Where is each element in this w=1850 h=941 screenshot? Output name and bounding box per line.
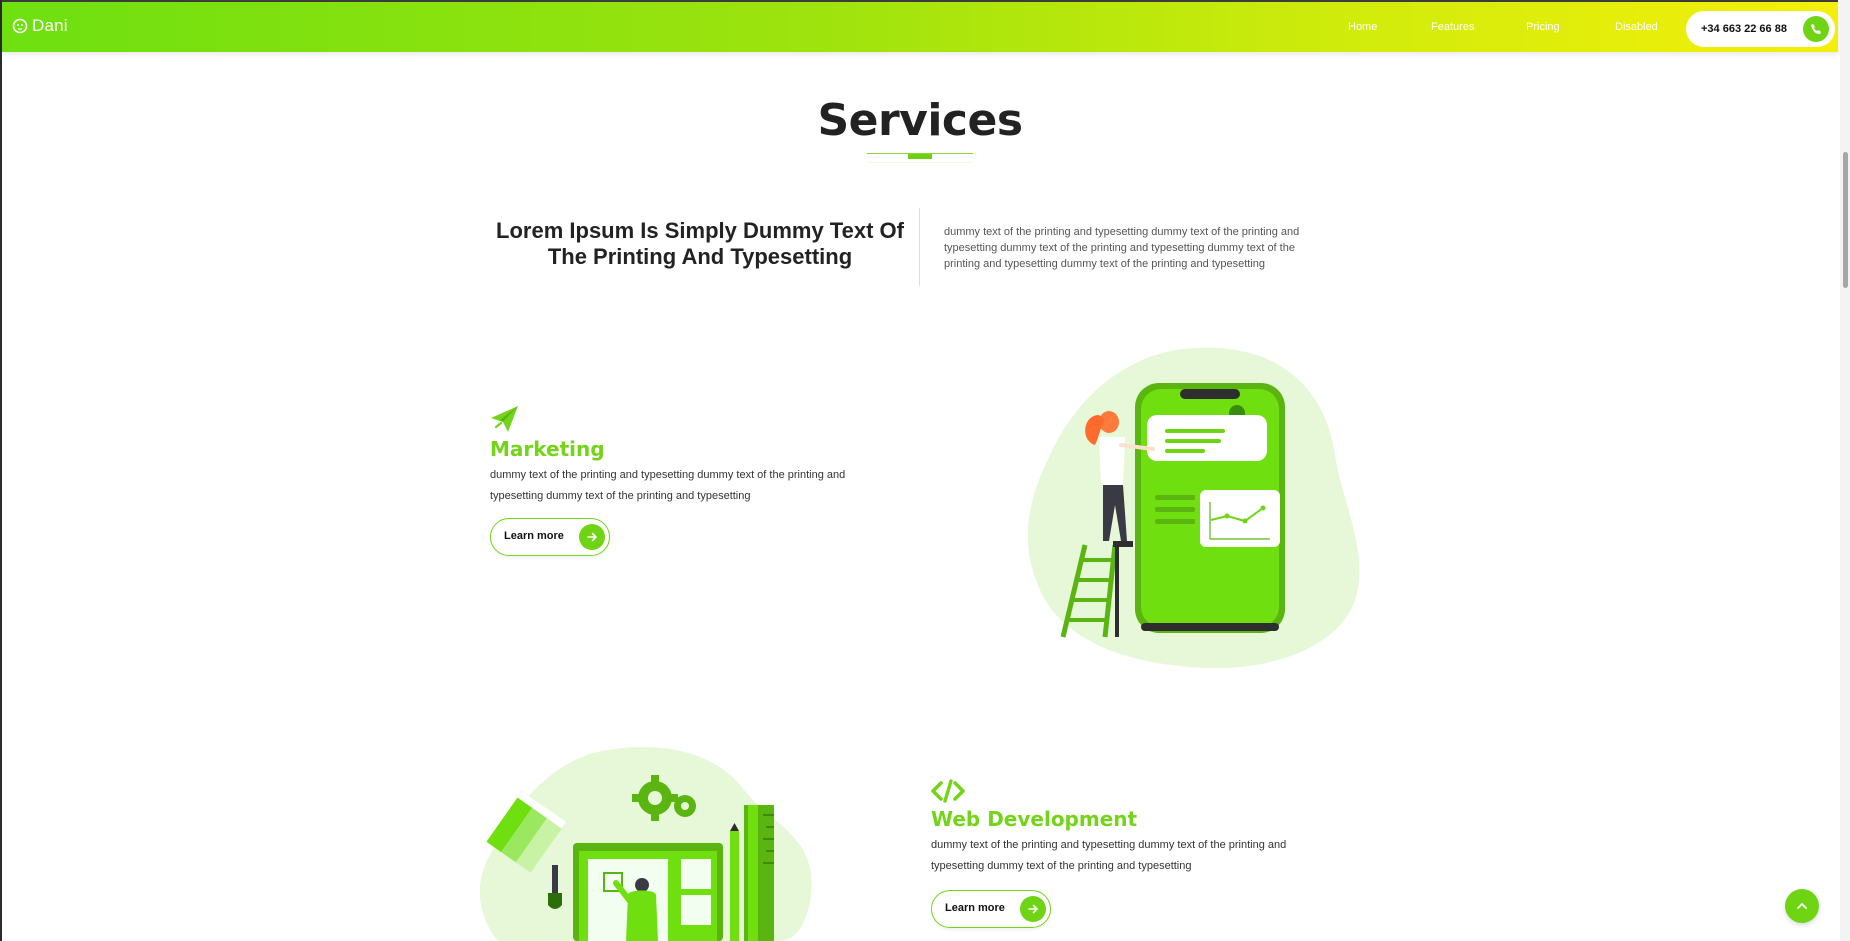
paper-plane-icon xyxy=(491,406,518,432)
marketing-illustration xyxy=(1027,347,1360,669)
chevron-up-icon xyxy=(1797,903,1807,909)
service-title-marketing: Marketing xyxy=(490,437,605,461)
scrollbar-thumb[interactable] xyxy=(1843,152,1848,288)
service-text-web-development: dummy text of the printing and typesetti… xyxy=(931,839,1287,872)
nav-link-pricing[interactable]: Pricing xyxy=(1526,21,1560,33)
intro-divider xyxy=(919,208,920,286)
intro-heading: Lorem Ipsum Is Simply Dummy Text Of The … xyxy=(496,218,904,269)
service-text-marketing: dummy text of the printing and typesetti… xyxy=(490,469,846,502)
learn-more-button-web-development[interactable]: Learn more xyxy=(931,890,1051,928)
top-navbar: Dani Home Features Pricing Disabled +34 … xyxy=(2,0,1838,52)
nav-link-features[interactable]: Features xyxy=(1431,21,1474,33)
nav-link-home[interactable]: Home xyxy=(1348,21,1377,33)
learn-more-button-marketing[interactable]: Learn more xyxy=(490,518,610,556)
code-icon xyxy=(931,779,965,803)
arrow-right-icon xyxy=(579,524,605,550)
brand-name: Dani xyxy=(32,16,68,35)
learn-more-label: Learn more xyxy=(504,530,564,542)
lion-logo-icon xyxy=(12,18,28,34)
intro-text: dummy text of the printing and typesetti… xyxy=(944,226,1300,270)
learn-more-label: Learn more xyxy=(945,902,1005,914)
arrow-right-icon xyxy=(1020,896,1046,922)
phone-icon xyxy=(1803,16,1829,42)
nav-link-disabled[interactable]: Disabled xyxy=(1615,21,1658,33)
phone-number: +34 663 22 66 88 xyxy=(1701,23,1787,35)
section-title: Services xyxy=(817,95,1023,146)
phone-button[interactable]: +34 663 22 66 88 xyxy=(1686,11,1835,47)
web-development-illustration xyxy=(479,746,812,941)
back-to-top-button[interactable] xyxy=(1785,889,1819,923)
brand-logo[interactable]: Dani xyxy=(12,16,68,36)
page-scrollbar[interactable] xyxy=(1840,0,1850,941)
title-underline-shadow xyxy=(867,162,973,163)
title-underline-accent xyxy=(908,154,932,159)
service-title-web-development: Web Development xyxy=(931,807,1138,831)
